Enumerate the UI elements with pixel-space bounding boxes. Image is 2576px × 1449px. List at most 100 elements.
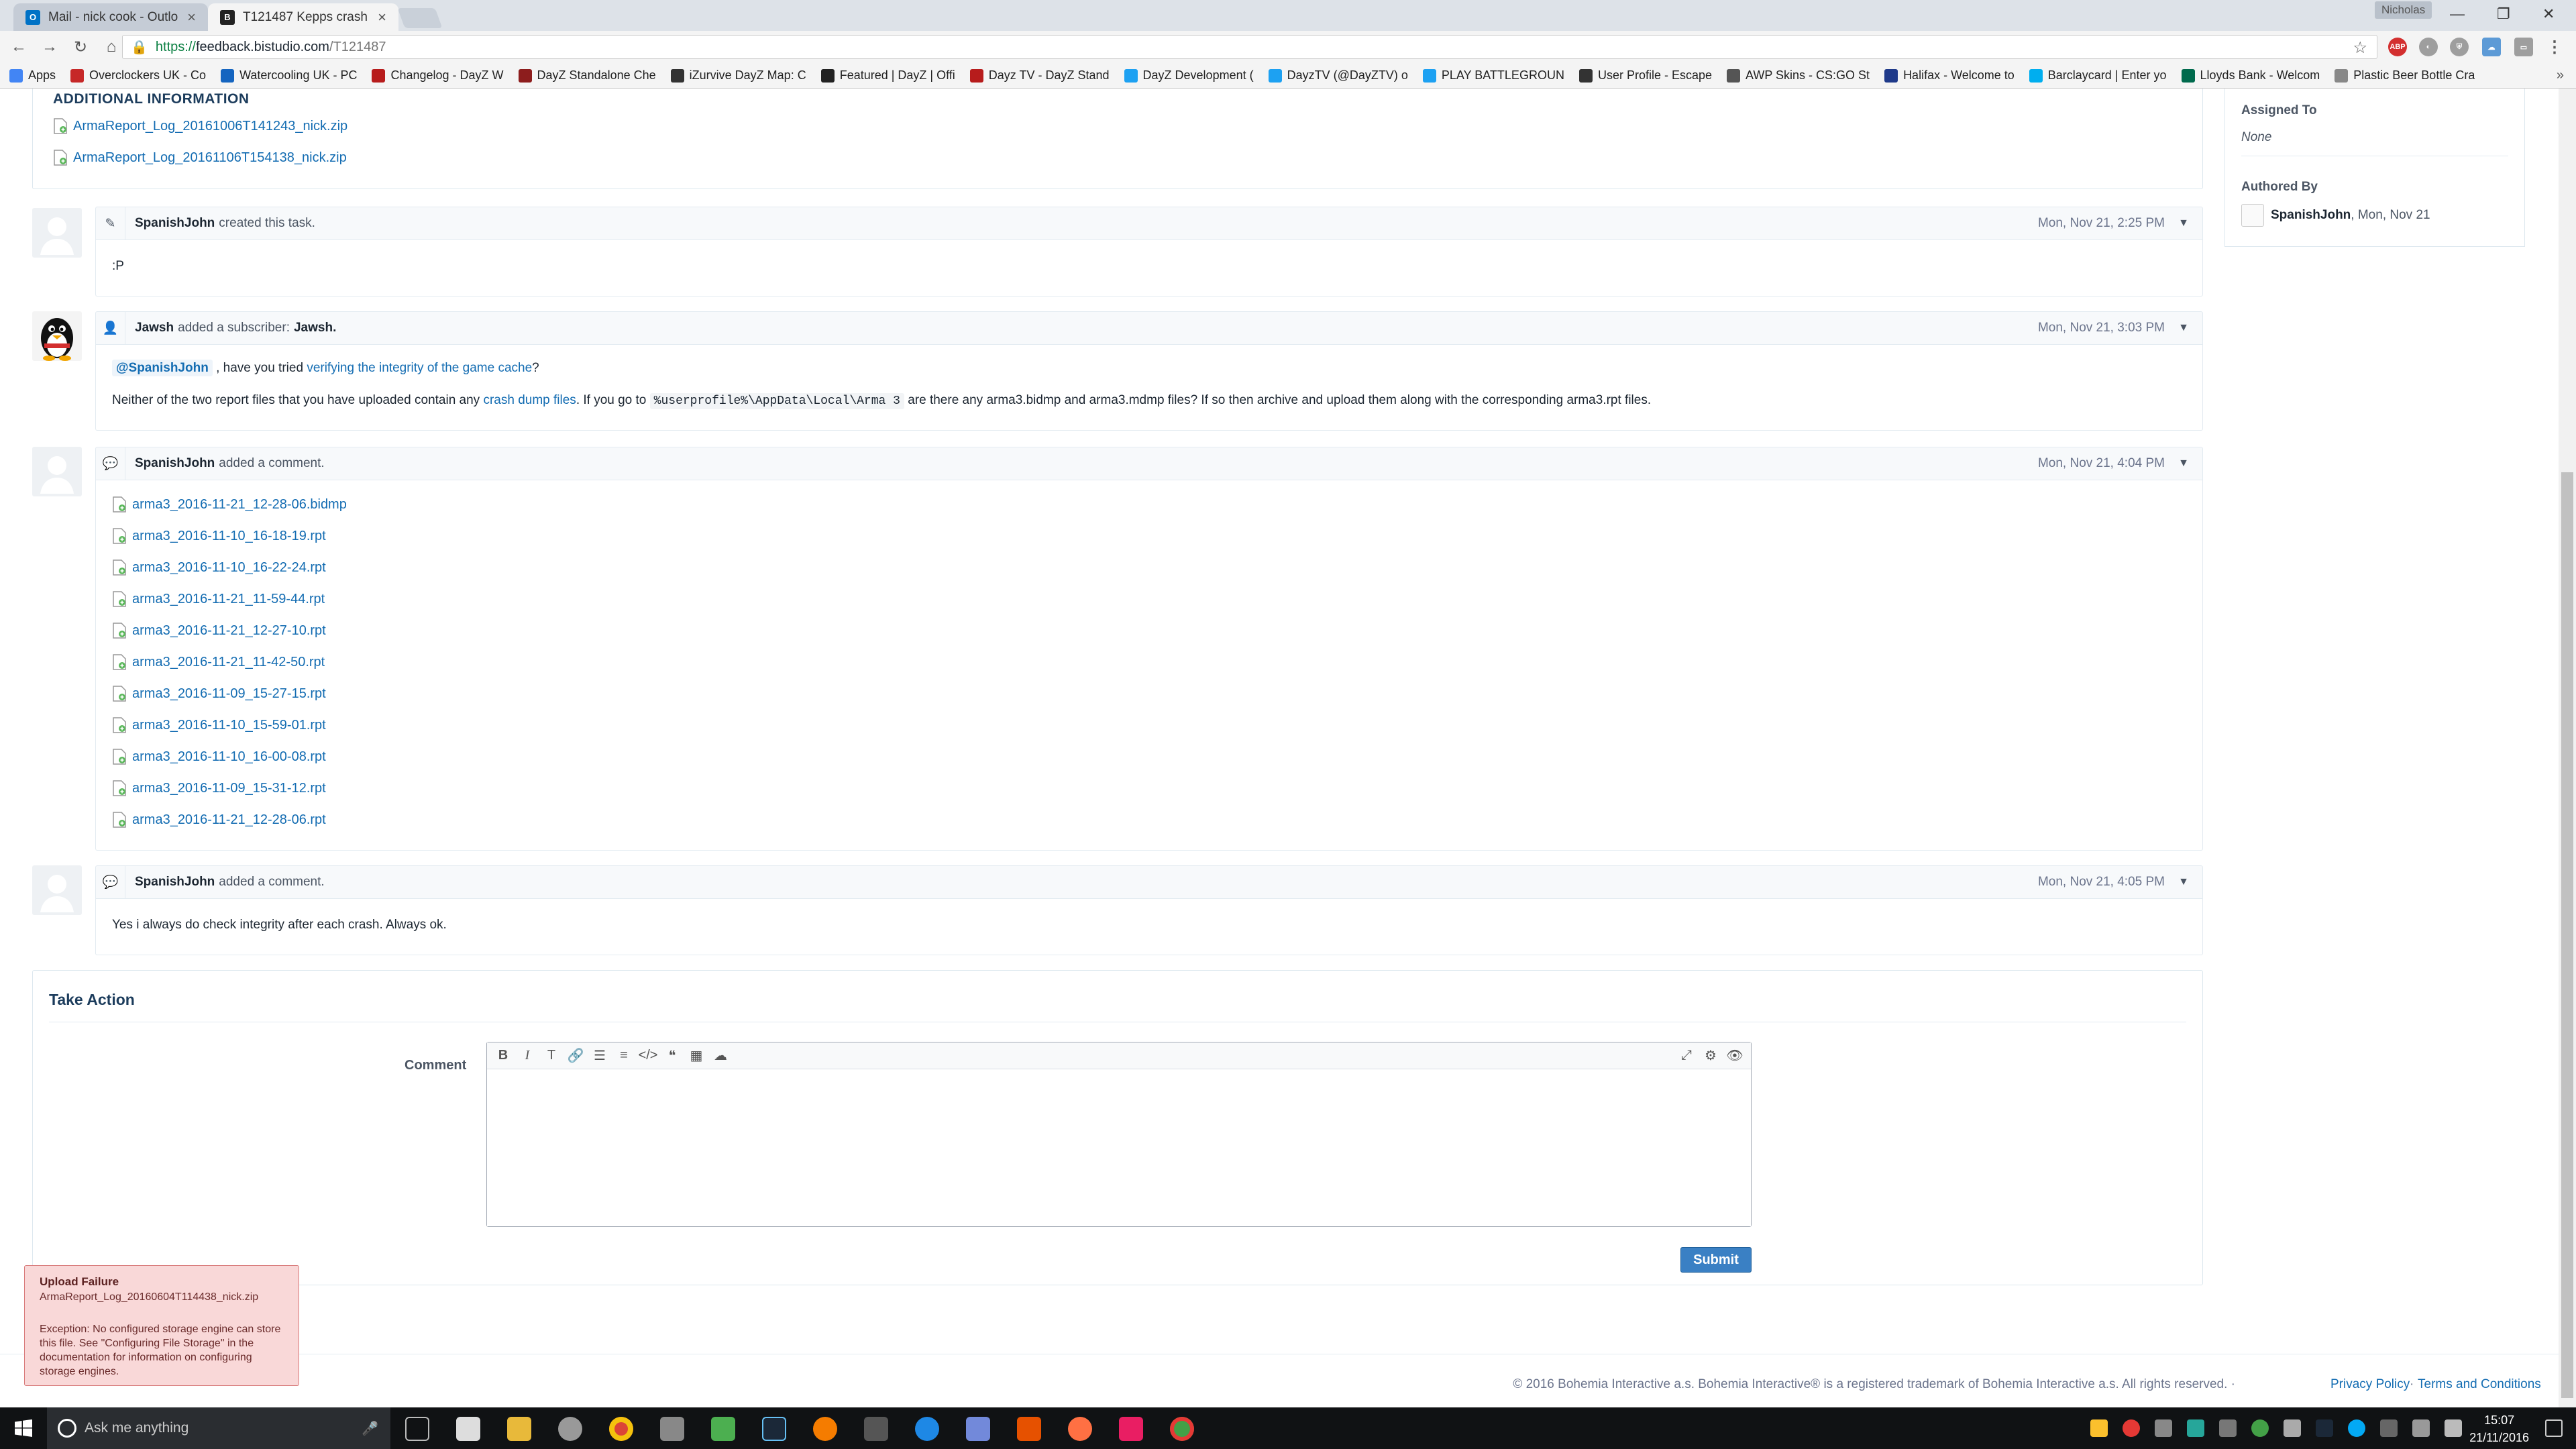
- tray-icon[interactable]: [2187, 1419, 2204, 1437]
- attachment-link[interactable]: arma3_2016-11-10_16-00-08.rpt: [112, 749, 326, 765]
- attachment-link[interactable]: arma3_2016-11-10_16-18-19.rpt: [112, 528, 326, 544]
- quote-icon[interactable]: ❝: [660, 1044, 684, 1068]
- avatar[interactable]: [32, 311, 82, 361]
- task-view-icon[interactable]: [405, 1417, 429, 1441]
- bookmark-item[interactable]: DayZ Development (: [1124, 68, 1254, 83]
- scrollbar-thumb[interactable]: [2561, 472, 2573, 1398]
- author-name[interactable]: SpanishJohn: [2271, 208, 2351, 223]
- event-user[interactable]: Jawsh: [135, 321, 174, 335]
- chevron-down-icon[interactable]: ▼: [2178, 876, 2189, 888]
- tray-icon[interactable]: [2219, 1419, 2237, 1437]
- event-timestamp[interactable]: Mon, Nov 21, 4:04 PM: [2038, 456, 2165, 471]
- bookmark-item[interactable]: Featured | DayZ | Offi: [820, 68, 955, 83]
- profile-button[interactable]: Nicholas: [2375, 1, 2432, 19]
- event-timestamp[interactable]: Mon, Nov 21, 2:25 PM: [2038, 216, 2165, 231]
- tray-icon[interactable]: [2284, 1419, 2301, 1437]
- app-icon[interactable]: [864, 1417, 888, 1441]
- upload-icon[interactable]: ☁: [708, 1044, 733, 1068]
- extension-icon[interactable]: ◐: [2419, 38, 2438, 56]
- integrity-link[interactable]: verifying the integrity of the game cach…: [307, 361, 532, 375]
- bookmark-item[interactable]: Changelog - DayZ W: [372, 68, 504, 83]
- attachment-link[interactable]: arma3_2016-11-10_16-22-24.rpt: [112, 559, 326, 576]
- avatar[interactable]: [32, 447, 82, 496]
- bullet-list-icon[interactable]: ☰: [588, 1044, 612, 1068]
- preview-icon[interactable]: 👁: [1723, 1044, 1747, 1068]
- file-explorer-icon[interactable]: [507, 1417, 531, 1441]
- close-icon[interactable]: ×: [378, 9, 386, 26]
- chrome-icon[interactable]: [609, 1417, 633, 1441]
- app-icon[interactable]: [660, 1417, 684, 1441]
- tray-icon[interactable]: [2380, 1419, 2398, 1437]
- attachment-link[interactable]: arma3_2016-11-09_15-31-12.rpt: [112, 780, 326, 796]
- app-icon[interactable]: [1068, 1417, 1092, 1441]
- bookmark-item[interactable]: DayzTV (@DayZTV) o: [1268, 68, 1408, 83]
- bookmark-item[interactable]: Overclockers UK - Co: [70, 68, 206, 83]
- tray-icon[interactable]: [2155, 1419, 2172, 1437]
- attachment-link[interactable]: arma3_2016-11-21_12-28-06.rpt: [112, 812, 326, 828]
- attachment-link[interactable]: arma3_2016-11-09_15-27-15.rpt: [112, 686, 326, 702]
- bold-icon[interactable]: B: [491, 1044, 515, 1068]
- numbered-list-icon[interactable]: ≡: [612, 1044, 636, 1068]
- upload-failure-toast[interactable]: Upload Failure ArmaReport_Log_20160604T1…: [24, 1265, 299, 1386]
- subscriber-name[interactable]: Jawsh.: [294, 321, 336, 335]
- app-icon[interactable]: [1119, 1417, 1143, 1441]
- shield-icon[interactable]: ⛨: [2450, 38, 2469, 56]
- app-icon[interactable]: [1017, 1417, 1041, 1441]
- chevron-down-icon[interactable]: ▼: [2178, 458, 2189, 470]
- crash-dump-link[interactable]: crash dump files: [483, 393, 576, 407]
- fullscreen-icon[interactable]: ⤢: [1674, 1044, 1699, 1068]
- bookmarks-overflow-icon[interactable]: »: [2557, 68, 2564, 83]
- attachment-link[interactable]: arma3_2016-11-21_12-28-06.bidmp: [112, 496, 347, 513]
- menu-icon[interactable]: ⋮: [2545, 38, 2564, 56]
- bookmark-item[interactable]: Barclaycard | Enter yo: [2029, 68, 2167, 83]
- cast-icon[interactable]: ▭: [2514, 38, 2533, 56]
- settings-icon[interactable]: ⚙: [1699, 1044, 1723, 1068]
- tray-icon[interactable]: [2123, 1419, 2140, 1437]
- event-timestamp[interactable]: Mon, Nov 21, 4:05 PM: [2038, 875, 2165, 890]
- attachment-link[interactable]: ArmaReport_Log_20161006T141243_nick.zip: [53, 118, 347, 134]
- new-tab-button[interactable]: [397, 8, 443, 28]
- event-timestamp[interactable]: Mon, Nov 21, 3:03 PM: [2038, 321, 2165, 335]
- discord-icon[interactable]: [966, 1417, 990, 1441]
- terms-link[interactable]: Terms and Conditions: [2418, 1377, 2541, 1392]
- tray-icon[interactable]: [2316, 1419, 2333, 1437]
- minimize-icon[interactable]: —: [2450, 5, 2465, 23]
- start-button[interactable]: [0, 1407, 47, 1449]
- avatar[interactable]: [32, 865, 82, 915]
- bookmark-star-icon[interactable]: ☆: [2353, 38, 2367, 58]
- settings-gear-icon[interactable]: [558, 1417, 582, 1441]
- attachment-link[interactable]: arma3_2016-11-21_12-27-10.rpt: [112, 623, 326, 639]
- app-icon[interactable]: [915, 1417, 939, 1441]
- user-mention[interactable]: @SpanishJohn: [112, 360, 213, 376]
- system-clock[interactable]: 15:07 21/11/2016: [2469, 1411, 2529, 1446]
- privacy-policy-link[interactable]: Privacy Policy: [2330, 1377, 2410, 1392]
- origin-icon[interactable]: [813, 1417, 837, 1441]
- action-center-icon[interactable]: [2545, 1419, 2563, 1437]
- tray-icon[interactable]: [2251, 1419, 2269, 1437]
- tray-icon[interactable]: [2348, 1419, 2365, 1437]
- text-size-icon[interactable]: T: [539, 1044, 564, 1068]
- event-user[interactable]: SpanishJohn: [135, 216, 215, 231]
- tab-task[interactable]: B T121487 Kepps crash ×: [208, 3, 398, 31]
- reload-icon[interactable]: ↻: [68, 35, 93, 59]
- bookmark-item[interactable]: Lloyds Bank - Welcom: [2181, 68, 2320, 83]
- tray-icon[interactable]: [2090, 1419, 2108, 1437]
- comment-editor[interactable]: B I T 🔗 ☰ ≡ </> ❝ ▦ ☁ ⤢ ⚙ 👁: [486, 1042, 1752, 1227]
- bookmark-item[interactable]: DayZ Standalone Che: [518, 68, 656, 83]
- event-user[interactable]: SpanishJohn: [135, 875, 215, 890]
- attachment-link[interactable]: arma3_2016-11-10_15-59-01.rpt: [112, 717, 326, 733]
- tab-mail[interactable]: O Mail - nick cook - Outlo ×: [13, 3, 208, 31]
- back-icon[interactable]: ←: [7, 35, 31, 59]
- event-user[interactable]: SpanishJohn: [135, 456, 215, 471]
- close-window-icon[interactable]: ✕: [2542, 5, 2555, 23]
- cortana-search[interactable]: Ask me anything 🎤: [47, 1407, 390, 1449]
- attachment-link[interactable]: arma3_2016-11-21_11-59-44.rpt: [112, 591, 325, 607]
- bookmark-item[interactable]: Watercooling UK - PC: [221, 68, 357, 83]
- address-bar[interactable]: 🔒 https:// feedback.bistudio.com /T12148…: [122, 35, 2377, 59]
- weather-icon[interactable]: ☁: [2482, 38, 2501, 56]
- volume-icon[interactable]: [2445, 1419, 2462, 1437]
- bookmark-item[interactable]: AWP Skins - CS:GO St: [1727, 68, 1870, 83]
- bookmark-item[interactable]: iZurvive DayZ Map: C: [670, 68, 806, 83]
- home-icon[interactable]: ⌂: [99, 35, 123, 59]
- bookmark-apps[interactable]: Apps: [9, 68, 56, 83]
